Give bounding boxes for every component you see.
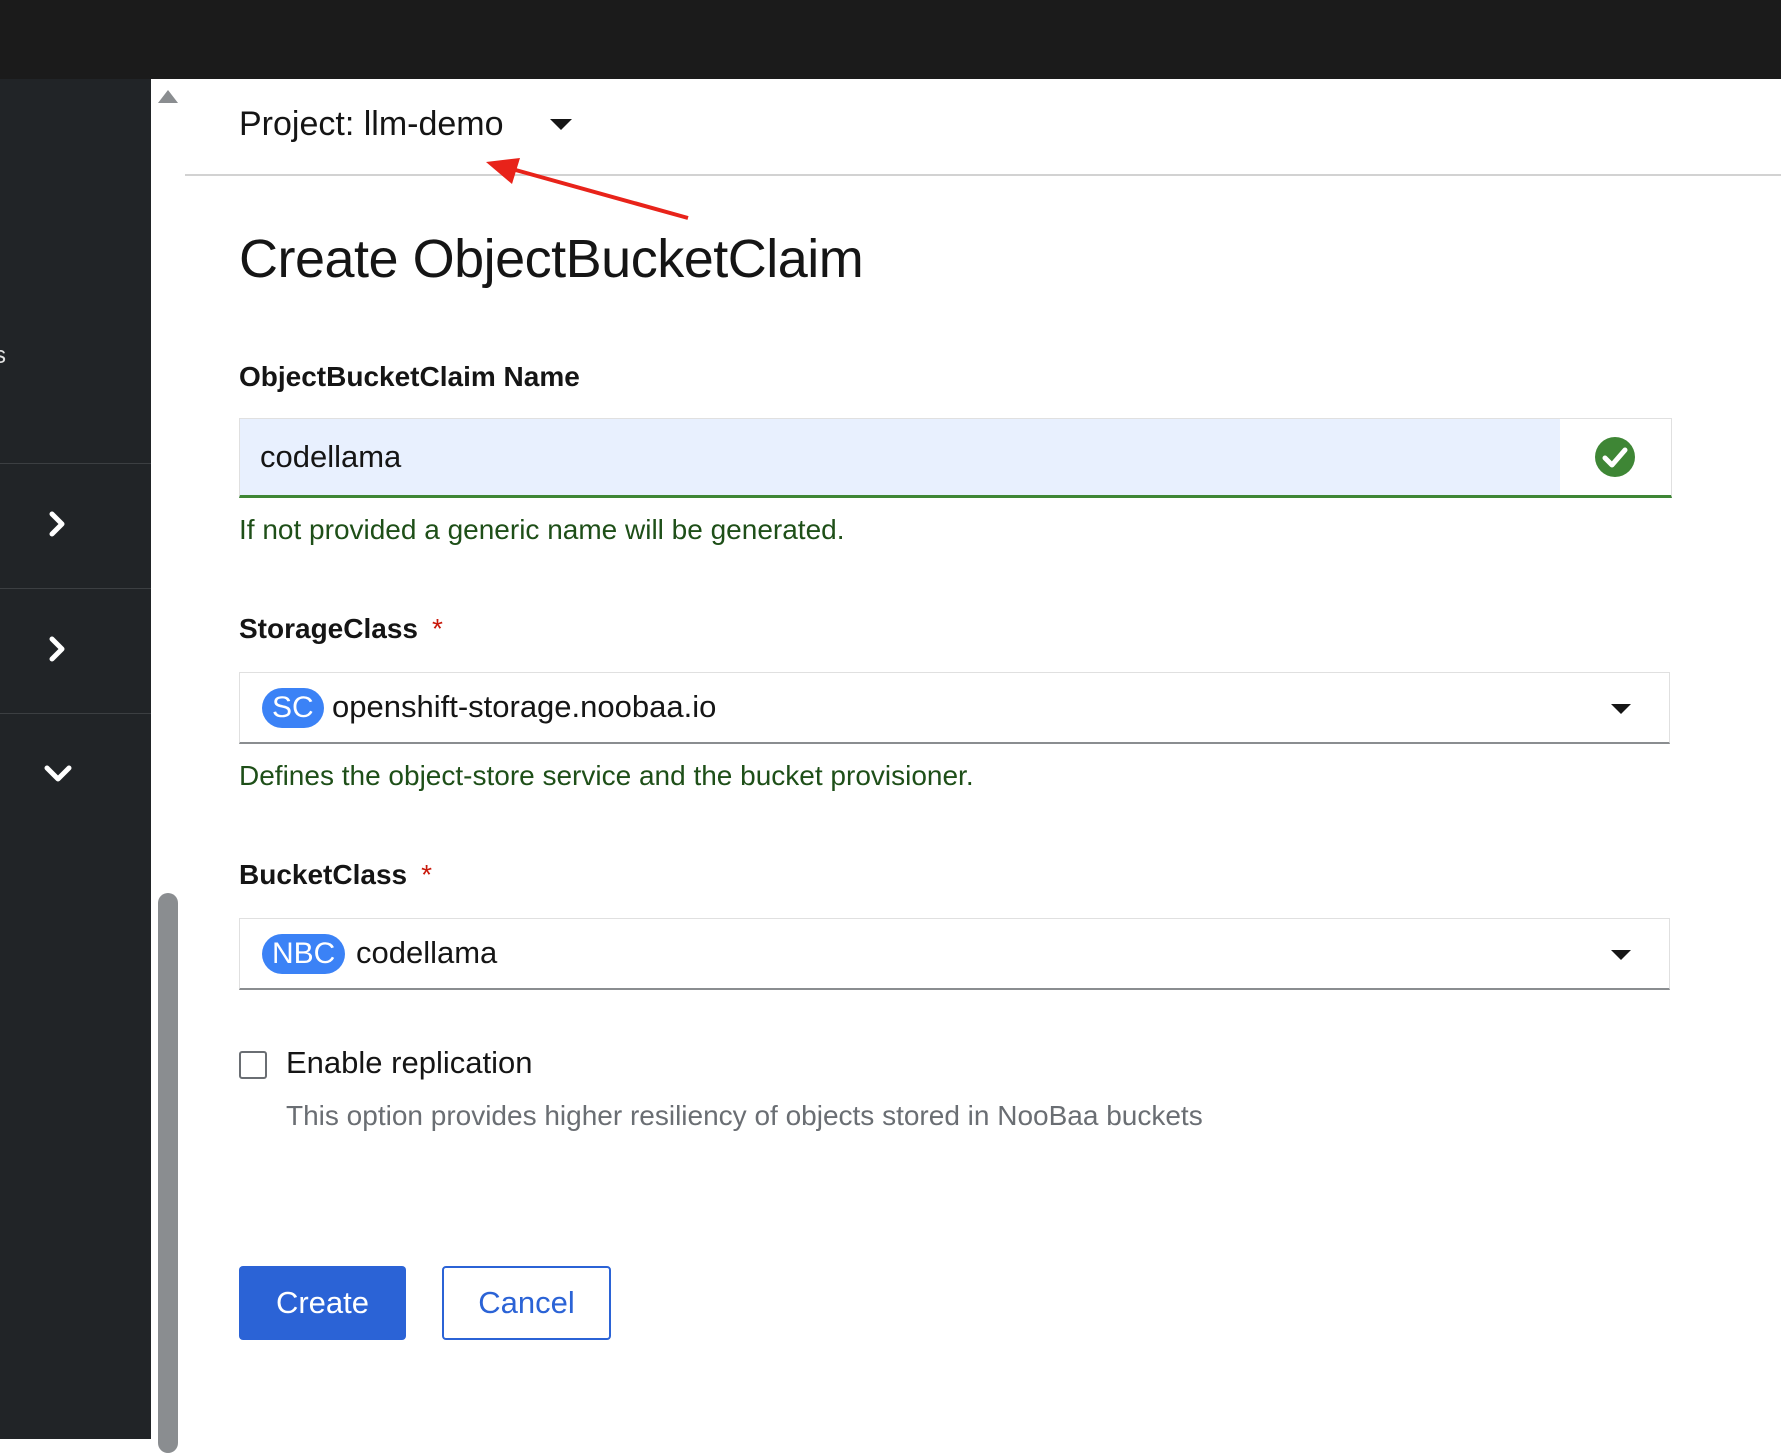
cancel-button[interactable]: Cancel xyxy=(442,1266,611,1340)
enable-replication-checkbox[interactable] xyxy=(239,1051,267,1079)
storage-class-select[interactable]: SC openshift-storage.noobaa.io xyxy=(239,672,1670,744)
project-bar: Project: llm-demo xyxy=(185,79,1781,176)
bucket-class-select[interactable]: NBC codellama xyxy=(239,918,1670,990)
storage-class-badge: SC xyxy=(262,688,324,728)
bucket-class-badge: NBC xyxy=(262,934,346,974)
storage-class-label-row: StorageClass * xyxy=(239,613,443,645)
storage-class-helper: Defines the object-store service and the… xyxy=(239,760,974,791)
enable-replication-description: This option provides higher resiliency o… xyxy=(286,1100,1203,1131)
storage-class-value: openshift-storage.noobaa.io xyxy=(332,689,717,724)
check-circle-icon xyxy=(1595,437,1635,477)
required-asterisk: * xyxy=(431,613,443,644)
caret-down-icon xyxy=(1611,950,1631,960)
bucket-class-label: BucketClass xyxy=(239,859,408,890)
caret-down-icon xyxy=(1611,704,1631,714)
sidebar-divider xyxy=(0,713,151,714)
sidebar-collapse-toggle[interactable] xyxy=(40,756,76,792)
page-title: Create ObjectBucketClaim xyxy=(239,229,864,289)
scroll-up-arrow-icon[interactable] xyxy=(158,90,178,103)
bucket-class-label-row: BucketClass * xyxy=(239,859,432,891)
name-field-label: ObjectBucketClaim Name xyxy=(239,361,580,392)
sidebar-expand-toggle-2[interactable] xyxy=(40,631,76,667)
name-field-helper: If not provided a generic name will be g… xyxy=(239,514,845,545)
sidebar-partial-text: s xyxy=(0,342,6,369)
caret-down-icon xyxy=(549,119,572,130)
name-field-wrapper xyxy=(239,418,1672,498)
bucket-class-value: codellama xyxy=(356,935,498,970)
create-button[interactable]: Create xyxy=(239,1266,406,1340)
sidebar-divider xyxy=(0,463,151,464)
chevron-down-icon xyxy=(44,765,72,782)
project-selector[interactable]: Project: llm-demo xyxy=(239,105,572,144)
project-selector-label: Project: llm-demo xyxy=(239,105,504,143)
required-asterisk: * xyxy=(421,859,432,890)
sidebar: s xyxy=(0,79,151,1439)
enable-replication-label[interactable]: Enable replication xyxy=(286,1045,532,1081)
sidebar-divider xyxy=(0,588,151,589)
obc-name-input[interactable] xyxy=(240,419,1560,495)
chevron-right-icon xyxy=(49,636,65,662)
sidebar-expand-toggle-1[interactable] xyxy=(40,506,76,542)
top-masthead xyxy=(0,0,1781,79)
scrollbar-thumb[interactable] xyxy=(158,893,178,1453)
chevron-right-icon xyxy=(49,511,65,537)
storage-class-label: StorageClass xyxy=(239,613,418,644)
